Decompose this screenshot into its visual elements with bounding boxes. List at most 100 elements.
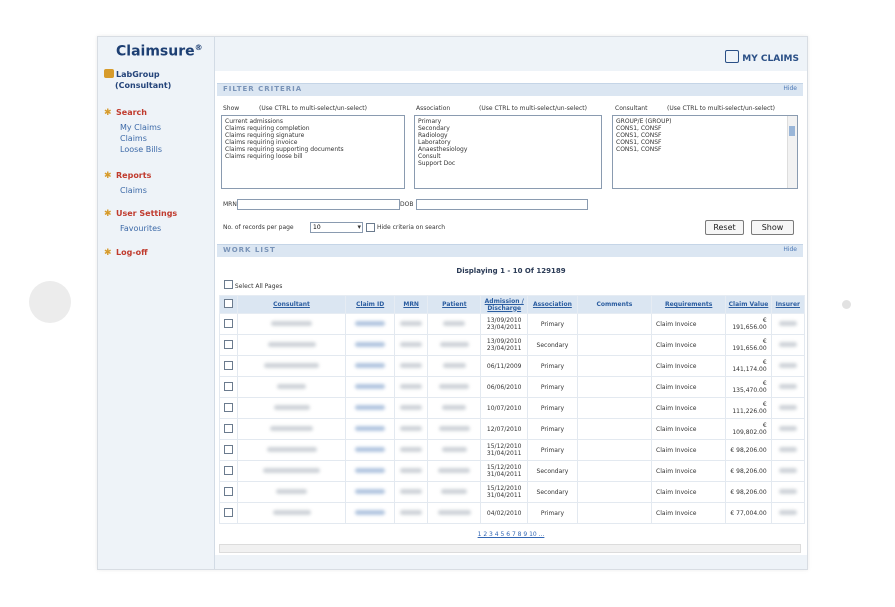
row-checkbox[interactable] [223,465,233,475]
records-per-page-select[interactable]: 10 ▾ [310,222,363,233]
list-item[interactable]: CONS1, CONSF [616,139,785,146]
column-requirements[interactable]: Requirements [651,295,727,314]
list-item[interactable]: Claims requiring supporting documents [225,146,401,153]
list-item[interactable]: Laboratory [418,139,598,146]
table-row[interactable]: 06/06/2010 Primary Claim Invoice € 135,470.… [219,376,806,398]
column-association[interactable]: Association [526,295,578,314]
row-checkbox[interactable] [223,423,233,433]
row-checkbox[interactable] [223,339,233,349]
list-item[interactable]: Claims requiring loose bill [225,153,401,160]
list-item[interactable]: Anaesthesiology [418,146,598,153]
column-consultant[interactable]: Consultant [236,295,347,314]
row-checkbox[interactable] [223,486,233,496]
header-checkbox[interactable] [223,299,233,308]
table-row[interactable]: 04/02/2010 Primary Claim Invoice € 77,004.0… [219,502,806,524]
claim-id-cell[interactable] [345,334,396,356]
row-checkbox[interactable] [223,444,233,454]
column-claim-value[interactable]: Claim Value [725,295,772,314]
association-listbox[interactable]: Primary Secondary Radiology Laboratory A… [414,115,602,189]
list-item[interactable]: Claims requiring invoice [225,139,401,146]
sidebar-item-loose-bills[interactable]: Loose Bills [104,144,210,155]
row-checkbox[interactable] [223,402,233,412]
association-cell: Secondary [526,481,578,503]
claim-id-cell[interactable] [345,460,396,482]
column-claim-id[interactable]: Claim ID [345,295,396,314]
select-all-pages[interactable]: Select All Pages [224,280,282,290]
claim-id-cell[interactable] [345,313,396,335]
hide-criteria-checkbox[interactable] [366,223,375,232]
claim-id-cell[interactable] [345,502,396,524]
hide-criteria-label: Hide criteria on search [377,224,446,231]
column-admission-discharge[interactable]: Admission / Discharge [480,295,528,314]
nav-heading-logoff[interactable]: ✱ Log-off [104,248,210,258]
nav-heading-search[interactable]: ✱ Search [104,108,210,118]
row-checkbox-cell [219,397,238,419]
brand-logo: Claimsure® [116,43,203,60]
my-claims-link[interactable]: MY CLAIMS [725,50,799,64]
claim-id-cell[interactable] [345,397,396,419]
table-row[interactable]: 15/12/2010 31/04/2011 Secondary Claim Invo… [219,460,806,482]
reset-button[interactable]: Reset [705,220,744,235]
row-checkbox[interactable] [223,360,233,370]
app-window: Claimsure® LabGroup (Consultant) ✱ Search… [97,36,808,570]
consultant-scrollbar[interactable] [787,116,797,188]
row-checkbox-cell [219,313,238,335]
row-checkbox[interactable] [223,507,233,517]
claim-id-cell[interactable] [345,439,396,461]
column-insurer[interactable]: Insurer [770,295,806,314]
sidebar-item-favourites[interactable]: Favourites [104,223,210,234]
column-mrn[interactable]: MRN [394,295,429,314]
select-all-checkbox[interactable] [224,280,233,289]
comments-cell [576,460,653,482]
worklist-hide-link[interactable]: Hide [783,246,797,253]
column-patient[interactable]: Patient [427,295,482,314]
table-row[interactable]: 06/11/2009 Primary Claim Invoice € 141,174.… [219,355,806,377]
requirements-cell: Claim Invoice [651,397,727,419]
pagination[interactable]: 1 2 3 4 5 6 7 8 9 10 ... [215,531,807,538]
table-row[interactable]: 12/07/2010 Primary Claim Invoice € 109,802.… [219,418,806,440]
list-item[interactable]: Radiology [418,132,598,139]
group-icon [104,69,114,78]
consultant-listbox[interactable]: GROUP/E (GROUP) CONS1, CONSF CONS1, CONS… [612,115,798,189]
group-name: LabGroup [116,70,160,79]
list-item[interactable]: Support Doc [418,160,598,167]
list-item[interactable]: CONS1, CONSF [616,125,785,132]
table-row[interactable]: 15/12/2010 31/04/2011 Primary Claim Invoic… [219,439,806,461]
sidebar-item-report-claims[interactable]: Claims [104,185,210,196]
show-listbox[interactable]: Current admissions Claims requiring comp… [221,115,405,189]
list-item[interactable]: CONS1, CONSF [616,146,785,153]
horizontal-scrollbar[interactable] [219,544,801,553]
list-item[interactable]: Claims requiring signature [225,132,401,139]
show-button[interactable]: Show [751,220,794,235]
sidebar-item-claims[interactable]: Claims [104,133,210,144]
nav-heading-reports[interactable]: ✱ Reports [104,171,210,181]
claim-id-cell[interactable] [345,376,396,398]
association-cell: Primary [526,418,578,440]
patient-cell [427,334,482,356]
nav-heading-user-settings[interactable]: ✱ User Settings [104,209,210,219]
claim-id-cell[interactable] [345,481,396,503]
association-cell: Primary [526,439,578,461]
table-row[interactable]: 15/12/2010 31/04/2011 Secondary Claim Invo… [219,481,806,503]
row-checkbox[interactable] [223,381,233,391]
claim-id-cell[interactable] [345,355,396,377]
list-item[interactable]: CONS1, CONSF [616,132,785,139]
list-item[interactable]: GROUP/E (GROUP) [616,118,785,125]
table-row[interactable]: 13/09/2010 23/04/2011 Primary Claim Invoic… [219,313,806,335]
comments-cell [576,481,653,503]
claim-id-cell[interactable] [345,418,396,440]
list-item[interactable]: Claims requiring completion [225,125,401,132]
consultant-cell [236,460,347,482]
list-item[interactable]: Primary [418,118,598,125]
dob-input[interactable] [416,199,588,210]
table-row[interactable]: 13/09/2010 23/04/2011 Secondary Claim Invo… [219,334,806,356]
list-item[interactable]: Secondary [418,125,598,132]
filter-hide-link[interactable]: Hide [783,85,797,92]
table-row[interactable]: 10/07/2010 Primary Claim Invoice € 111,226.… [219,397,806,419]
list-item[interactable]: Consult [418,153,598,160]
sidebar-item-my-claims[interactable]: My Claims [104,122,210,133]
scroll-thumb[interactable] [789,126,795,136]
row-checkbox[interactable] [223,318,233,328]
mrn-input[interactable] [237,199,400,210]
list-item[interactable]: Current admissions [225,118,401,125]
